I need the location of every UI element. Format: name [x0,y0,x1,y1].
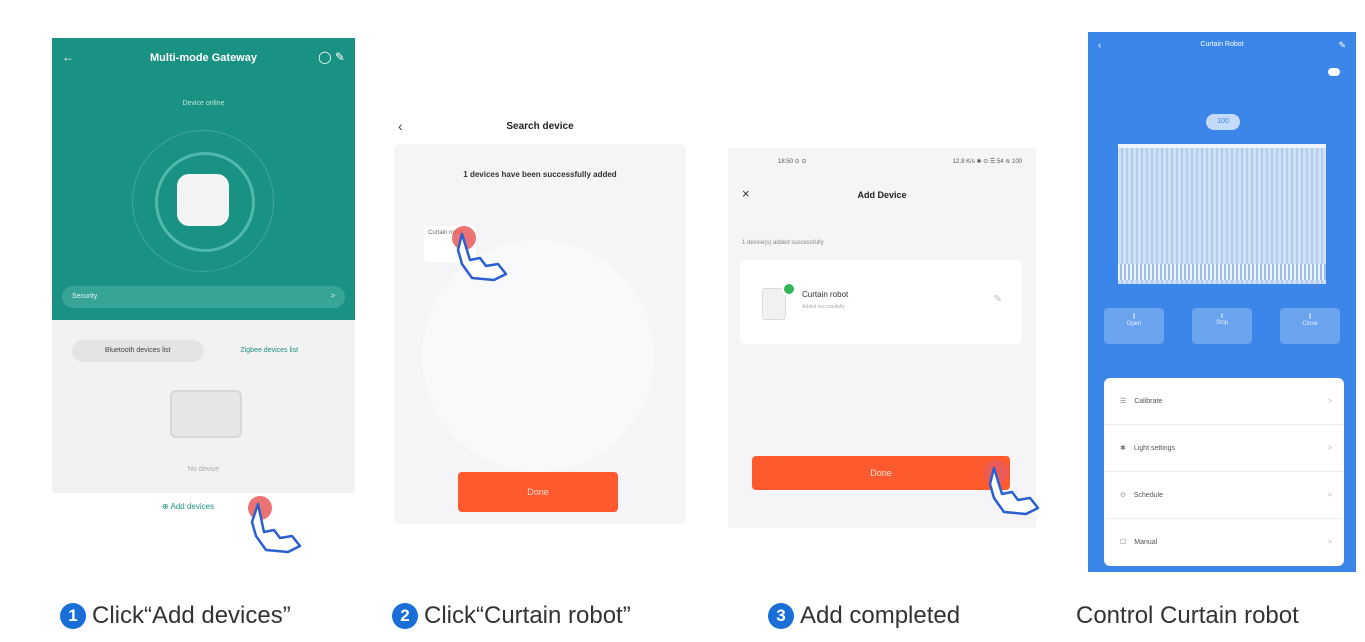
status-bar-time: 18:50 ⊙ ⊙ [778,159,807,165]
add-devices-label: Add devices [170,502,215,511]
list-item-light-settings[interactable]: ✱ Light settings > [1104,425,1344,472]
open-icon: ⫼ [1132,314,1136,320]
step-number-badge: 3 [768,603,794,629]
caption-text: Add completed [800,602,961,629]
calibrate-icon: ☰ [1120,398,1127,405]
settings-list: ☰ Calibrate > ✱ Light settings > ⊙ Sched… [1104,378,1344,566]
step-number-badge: 1 [60,603,86,629]
curtain-visual[interactable] [1118,144,1326,284]
close-label: Close [1302,321,1318,327]
curtain-robot-control-screen: ‹ Curtain Robot ✎ 100 ⫼ Open ‖ Stop ⫼ Cl… [1088,32,1356,572]
list-item-schedule[interactable]: ⊙ Schedule > [1104,472,1344,519]
open-label: Open [1126,321,1142,327]
added-device-card: Curtain robot Added successfully ✎ [740,260,1022,344]
caption-text: Click“Add devices” [92,602,291,629]
done-button[interactable]: Done [458,472,618,512]
caption-text: Control Curtain robot [1076,602,1299,629]
status-bar-indicators: 12.9 K/s ✱ ⊙ ☰ 54 ≋ 100 [952,159,1022,165]
step-number-badge: 2 [392,603,418,629]
edit-pencil-icon[interactable]: ✎ [994,294,1002,305]
edit-pencil-icon[interactable]: ✎ [1338,40,1346,51]
clock-icon: ⊙ [1120,492,1126,499]
row-label: Manual [1134,539,1158,546]
list-item-calibrate[interactable]: ☰ Calibrate > [1104,378,1344,425]
chevron-right-icon: > [330,293,335,300]
tap-hand-icon [452,226,508,282]
screen-title: Search device [506,121,574,132]
success-dot-icon [782,282,796,296]
success-message: 1 devices have been successfully added [463,170,617,179]
screen-title: Multi-mode Gateway [150,52,257,64]
added-label: 1 device(s) added successfully [742,240,824,246]
open-button[interactable]: ⫼ Open [1104,308,1164,344]
light-icon: ✱ [1120,445,1126,452]
done-button[interactable]: Done [752,456,1010,490]
security-label: Security [72,293,98,300]
tab-bluetooth[interactable]: Bluetooth devices list [72,340,204,362]
device-status: Device online [182,100,225,107]
plus-circle-icon: ⊕ [162,502,169,511]
close-curtain-icon: ⫼ [1308,314,1312,320]
chevron-right-icon: > [1327,539,1332,546]
device-name: Curtain robot [802,290,849,299]
toggle-icon[interactable] [1328,68,1340,76]
tap-hand-icon [984,460,1040,516]
device-status: Added successfully [802,304,845,310]
add-devices-link[interactable]: ⊕ Add devices [162,502,214,511]
security-row[interactable]: Security > [62,286,345,308]
search-device-screen: ‹ Search device 1 devices have been succ… [388,106,692,524]
chevron-right-icon: > [1327,445,1332,452]
caption-step-1: 1 Click“Add devices” [60,602,291,630]
screen-title: Add Device [857,190,907,200]
tap-hand-icon [248,496,302,554]
manual-icon: ☐ [1120,539,1127,546]
chevron-right-icon: > [1327,492,1332,499]
chevron-right-icon: > [1327,398,1332,405]
caption-text: Click“Curtain robot” [424,602,631,629]
gateway-screen: ← Multi-mode Gateway ◯ ✎ Device online S… [52,38,355,493]
no-device-text: No device [187,466,220,473]
tab-zigbee[interactable]: Zigbee devices list [204,340,336,362]
stop-label: Stop [1215,320,1229,326]
row-label: Schedule [1133,492,1164,499]
curtain-fringe [1118,264,1326,280]
empty-box-icon [170,390,242,438]
close-button[interactable]: ⫼ Close [1280,308,1340,344]
caption-step-4: Control Curtain robot [1076,602,1299,630]
gateway-device-icon [177,174,229,226]
position-percent-badge: 100 [1206,114,1240,130]
row-label: Light settings [1133,445,1176,452]
settings-edit-icons[interactable]: ◯ ✎ [318,50,345,64]
device-list-tabs: Bluetooth devices list Zigbee devices li… [72,340,335,362]
row-label: Calibrate [1134,398,1163,405]
stop-button[interactable]: ‖ Stop [1192,308,1252,344]
caption-step-3: 3 Add completed [768,602,960,630]
caption-step-2: 2 Click“Curtain robot” [392,602,631,630]
list-item-manual[interactable]: ☐ Manual > [1104,519,1344,566]
screen-title: Curtain Robot [1200,41,1244,48]
